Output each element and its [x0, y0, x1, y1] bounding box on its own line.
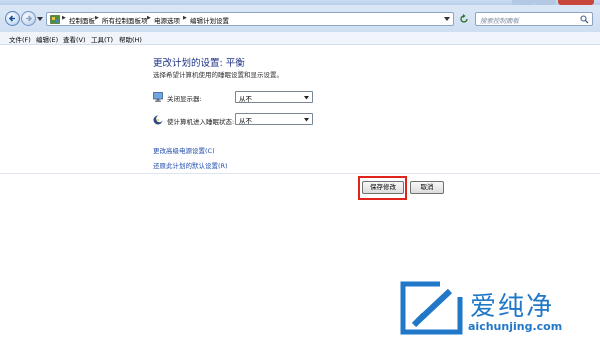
advanced-power-settings-link[interactable]: 更改高级电源设置(C)	[153, 145, 215, 155]
control-panel-icon	[50, 15, 60, 24]
divider	[0, 173, 600, 174]
watermark-text: 爱纯净	[470, 292, 555, 322]
breadcrumb-separator: ▶	[147, 15, 151, 21]
back-button[interactable]	[5, 11, 20, 26]
page-subtitle: 选择希望计算机使用的睡眠设置和显示设置。	[153, 71, 283, 79]
breadcrumb-power-options[interactable]: 电源选项	[154, 15, 180, 25]
menu-bar: 文件(F) 编辑(E) 查看(V) 工具(T) 帮助(H)	[0, 32, 600, 45]
recent-pages-dropdown[interactable]	[37, 17, 43, 22]
monitor-icon	[153, 92, 163, 102]
search-box[interactable]: 搜索控制面板	[475, 12, 593, 26]
arrow-right-icon	[26, 15, 33, 22]
menu-edit[interactable]: 编辑(E)	[36, 34, 58, 44]
sleep-value: 从不	[239, 117, 252, 125]
chevron-down-icon	[304, 96, 309, 100]
forward-button[interactable]	[21, 11, 36, 26]
chevron-down-icon	[304, 118, 309, 122]
navigation-bar: ▶ 控制面板 ▶ 所有控制面板项 ▶ 电源选项 ▶ 编辑计划设置 搜索控制面板	[0, 5, 600, 32]
turn-off-display-label: 关闭显示器:	[167, 95, 202, 103]
moon-sleep-icon	[153, 115, 163, 125]
page-title: 更改计划的设置: 平衡	[153, 58, 245, 69]
watermark-url: aichunjing.com	[468, 320, 563, 333]
chevron-down-icon[interactable]	[444, 17, 450, 22]
breadcrumb-control-panel[interactable]: 控制面板	[69, 15, 95, 25]
breadcrumb-separator: ▶	[183, 15, 187, 21]
turn-off-display-select[interactable]: 从不	[235, 91, 313, 103]
menu-tools[interactable]: 工具(T)	[91, 34, 113, 44]
breadcrumb-separator: ▶	[62, 15, 66, 21]
save-changes-button[interactable]: 保存修改	[362, 181, 404, 194]
sleep-label: 使计算机进入睡眠状态:	[167, 118, 235, 126]
turn-off-display-value: 从不	[239, 95, 252, 103]
menu-file[interactable]: 文件(F)	[9, 34, 31, 44]
breadcrumb-edit-plan[interactable]: 编辑计划设置	[190, 15, 229, 25]
refresh-icon[interactable]	[459, 14, 469, 24]
address-bar[interactable]: ▶ 控制面板 ▶ 所有控制面板项 ▶ 电源选项 ▶ 编辑计划设置	[46, 12, 454, 26]
breadcrumb-separator: ▶	[95, 15, 99, 21]
arrow-left-icon	[8, 15, 15, 22]
search-icon[interactable]	[580, 15, 589, 24]
search-placeholder: 搜索控制面板	[480, 17, 519, 25]
watermark-logo-icon	[400, 281, 463, 335]
breadcrumb-all-items[interactable]: 所有控制面板项	[102, 15, 148, 25]
restore-defaults-link[interactable]: 还原此计划的默认设置(R)	[153, 160, 228, 170]
menu-view[interactable]: 查看(V)	[63, 34, 86, 44]
sleep-select[interactable]: 从不	[235, 113, 313, 125]
menu-help[interactable]: 帮助(H)	[119, 34, 142, 44]
cancel-button[interactable]: 取消	[410, 181, 444, 194]
